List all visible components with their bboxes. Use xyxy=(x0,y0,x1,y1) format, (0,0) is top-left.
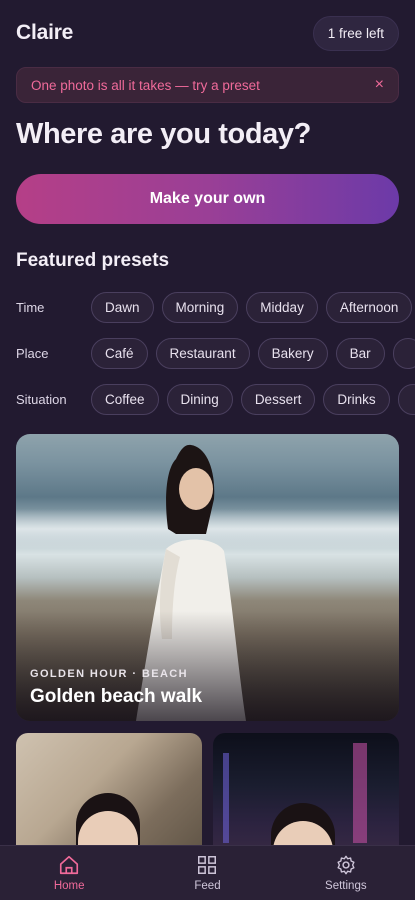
close-icon[interactable]: × xyxy=(375,77,384,93)
nav-feed[interactable]: Feed xyxy=(138,846,276,900)
chip-list: Coffee Dining Dessert Drinks xyxy=(91,383,415,415)
chip-drinks[interactable]: Drinks xyxy=(323,383,390,415)
preset-row-label: Situation xyxy=(16,391,67,407)
promo-banner: One photo is all it takes — try a preset… xyxy=(16,67,399,103)
nav-label: Settings xyxy=(325,880,367,892)
chip-afternoon[interactable]: Afternoon xyxy=(325,291,413,323)
preset-row-label: Place xyxy=(16,345,49,361)
chip-bakery[interactable]: Bakery xyxy=(257,337,328,369)
credits-badge[interactable]: 1 free left xyxy=(312,15,399,51)
chip-dining[interactable]: Dining xyxy=(166,383,233,415)
preset-row-time: Time Dawn Morning Midday Afternoon xyxy=(0,291,415,323)
user-name: Claire xyxy=(16,21,74,44)
chip-overflow[interactable] xyxy=(392,337,415,369)
card-title: Golden beach walk xyxy=(30,686,203,707)
top-bar: Claire 1 free left xyxy=(16,15,399,51)
gear-icon xyxy=(337,855,355,875)
preset-thumbnail-cafe[interactable] xyxy=(16,733,202,863)
nav-label: Feed xyxy=(194,880,221,892)
featured-preset-card[interactable]: GOLDEN HOUR · BEACH Golden beach walk xyxy=(16,434,399,721)
nav-label: Home xyxy=(53,880,85,892)
neon-sign xyxy=(353,743,367,843)
preset-row-place: Place Café Restaurant Bakery Bar xyxy=(0,337,415,369)
neon-sign xyxy=(223,753,229,843)
chip-restaurant[interactable]: Restaurant xyxy=(155,337,250,369)
chip-dawn[interactable]: Dawn xyxy=(91,291,154,323)
chip-morning[interactable]: Morning xyxy=(161,291,239,323)
chip-overflow[interactable] xyxy=(397,383,415,415)
preset-thumbnail-city[interactable] xyxy=(213,733,399,863)
nav-home[interactable]: Home xyxy=(0,846,138,900)
preset-row-situation: Situation Coffee Dining Dessert Drinks xyxy=(0,383,415,415)
chip-coffee[interactable]: Coffee xyxy=(91,383,159,415)
nav-settings[interactable]: Settings xyxy=(277,846,415,900)
chip-list: Café Restaurant Bakery Bar xyxy=(91,337,415,369)
featured-presets-title: Featured presets xyxy=(16,250,170,271)
page-title: Where are you today? xyxy=(16,118,311,150)
bottom-nav: Home Feed Settings xyxy=(0,845,415,900)
card-eyebrow: GOLDEN HOUR · BEACH xyxy=(30,668,188,680)
chip-bar[interactable]: Bar xyxy=(335,337,385,369)
grid-icon xyxy=(198,856,217,874)
chip-dessert[interactable]: Dessert xyxy=(240,383,316,415)
chip-list: Dawn Morning Midday Afternoon xyxy=(91,291,413,323)
chip-cafe[interactable]: Café xyxy=(91,337,148,369)
preset-row-label: Time xyxy=(16,299,45,315)
make-your-own-button[interactable]: Make your own xyxy=(16,174,399,224)
home-icon xyxy=(60,855,79,875)
chip-midday[interactable]: Midday xyxy=(246,291,318,323)
promo-banner-text: One photo is all it takes — try a preset xyxy=(31,77,260,93)
